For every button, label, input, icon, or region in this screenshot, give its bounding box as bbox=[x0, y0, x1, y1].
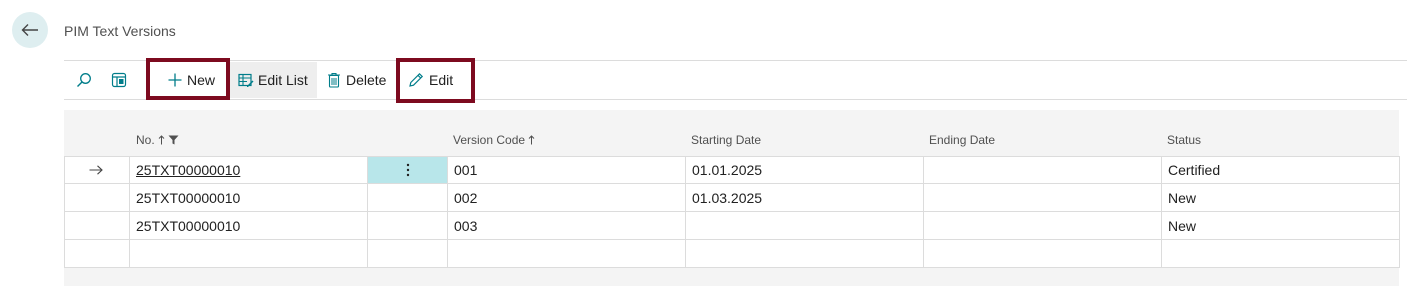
empty-new-row[interactable] bbox=[64, 240, 1400, 268]
column-header-no[interactable]: No. bbox=[136, 133, 179, 147]
new-button-label: New bbox=[187, 72, 216, 88]
sort-ascending-icon bbox=[158, 135, 165, 145]
table-row[interactable] bbox=[64, 212, 1400, 240]
cell-status: New bbox=[1168, 190, 1197, 206]
grid-line bbox=[1399, 156, 1400, 268]
toolbar-bottom-divider bbox=[64, 99, 1407, 100]
delete-button-label: Delete bbox=[346, 72, 387, 88]
edit-button-label: Edit bbox=[429, 72, 454, 88]
back-button[interactable] bbox=[12, 12, 48, 48]
cell-no[interactable]: 25TXT00000010 bbox=[136, 157, 240, 184]
layout-button[interactable] bbox=[105, 62, 133, 98]
column-header-starting-date[interactable]: Starting Date bbox=[691, 133, 761, 147]
action-toolbar: New Edit List Delete Edit bbox=[64, 62, 1407, 98]
cell-starting-date: 01.01.2025 bbox=[692, 162, 763, 178]
search-icon bbox=[77, 73, 91, 87]
cell-no[interactable]: 25TXT00000010 bbox=[136, 185, 240, 212]
sort-ascending-icon bbox=[528, 135, 535, 145]
edit-list-button[interactable]: Edit List bbox=[230, 62, 317, 98]
trash-icon bbox=[328, 72, 340, 88]
new-button[interactable]: New bbox=[158, 62, 224, 98]
pencil-icon bbox=[409, 72, 424, 87]
edit-list-icon bbox=[238, 73, 254, 87]
page-title: PIM Text Versions bbox=[64, 23, 176, 39]
cell-version-code: 002 bbox=[454, 190, 478, 206]
grid-line bbox=[367, 156, 368, 268]
cell-status: New bbox=[1168, 218, 1197, 234]
column-header-ending-date[interactable]: Ending Date bbox=[929, 133, 995, 147]
grid-line bbox=[923, 156, 924, 268]
back-arrow-icon bbox=[21, 24, 38, 36]
cell-starting-date: 01.03.2025 bbox=[692, 190, 763, 206]
grid-line bbox=[447, 156, 448, 268]
column-header-version-code[interactable]: Version Code bbox=[453, 133, 535, 147]
cell-version-code: 003 bbox=[454, 218, 478, 234]
more-options-icon bbox=[406, 163, 409, 177]
cell-version-code: 001 bbox=[454, 162, 478, 178]
toolbar-top-divider bbox=[64, 60, 1407, 61]
filter-icon bbox=[168, 135, 179, 145]
grid-line bbox=[64, 156, 65, 268]
cell-status: Certified bbox=[1168, 162, 1221, 178]
delete-button[interactable]: Delete bbox=[327, 62, 393, 98]
row-actions-cell[interactable] bbox=[368, 157, 447, 183]
grid-line bbox=[1161, 156, 1162, 268]
edit-button[interactable]: Edit bbox=[408, 62, 468, 98]
grid-line bbox=[129, 156, 130, 268]
search-button[interactable] bbox=[70, 62, 98, 98]
grid-line bbox=[685, 156, 686, 268]
cell-no[interactable]: 25TXT00000010 bbox=[136, 213, 240, 240]
current-row-arrow-icon bbox=[89, 165, 103, 175]
layout-icon bbox=[111, 72, 127, 88]
plus-icon bbox=[168, 73, 182, 87]
edit-list-button-label: Edit List bbox=[258, 72, 308, 88]
column-header-status[interactable]: Status bbox=[1167, 133, 1201, 147]
